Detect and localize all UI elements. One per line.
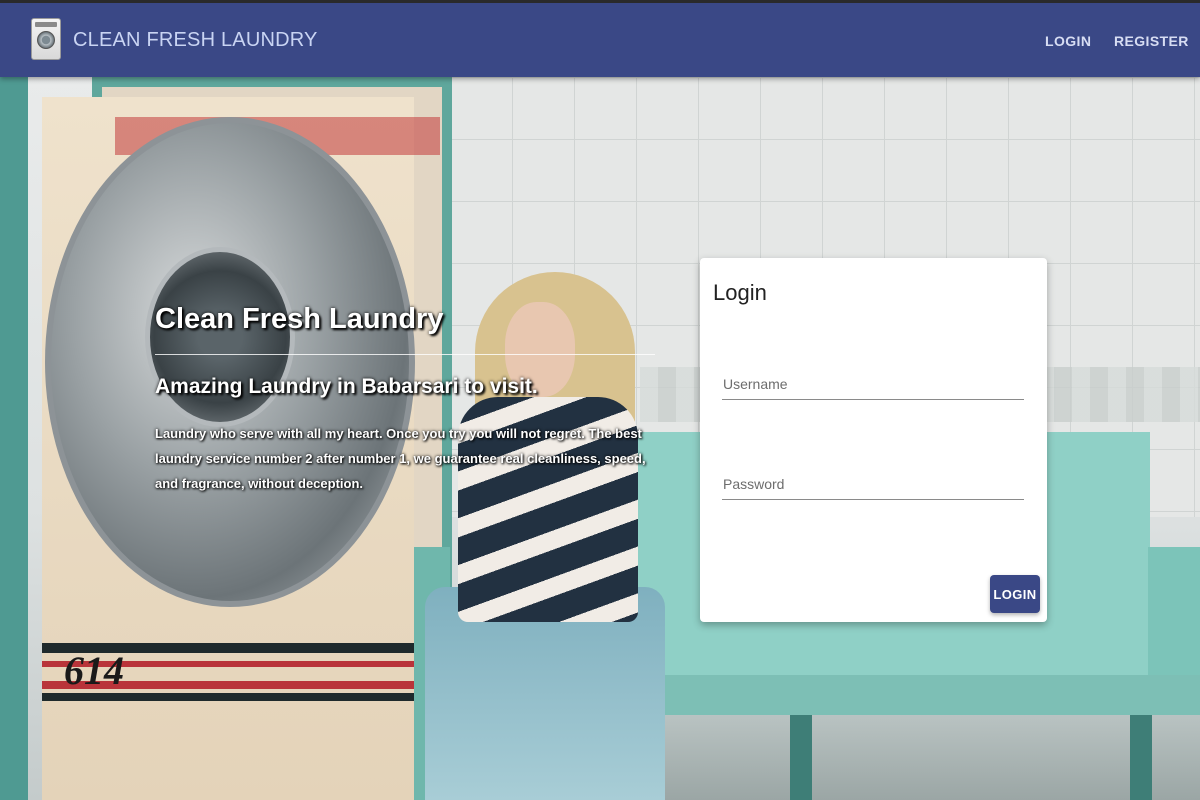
brand-title[interactable]: CLEAN FRESH LAUNDRY <box>73 29 318 52</box>
bench-leg <box>1130 715 1152 800</box>
teal-wall-edge <box>0 77 28 800</box>
password-field <box>722 468 1024 500</box>
username-input[interactable] <box>722 368 1024 400</box>
hero-title: Clean Fresh Laundry <box>155 303 444 335</box>
app-bar: CLEAN FRESH LAUNDRY LOGIN REGISTER <box>0 0 1200 77</box>
hero-divider <box>155 354 655 355</box>
washing-machine-icon[interactable] <box>31 18 61 60</box>
drum-window <box>145 247 295 427</box>
login-card-title: Login <box>713 280 767 305</box>
password-input[interactable] <box>722 468 1024 500</box>
hero-subtitle: Amazing Laundry in Babarsari to visit. <box>155 375 538 398</box>
machine-number: 614 <box>64 648 124 693</box>
bench-leg <box>790 715 812 800</box>
nav-register-link[interactable]: REGISTER <box>1114 33 1189 49</box>
hero-description: Laundry who serve with all my heart. Onc… <box>155 426 646 491</box>
logo-door <box>37 31 55 49</box>
login-card: Login LOGIN <box>700 258 1047 622</box>
machine-stripe <box>42 693 414 701</box>
nav-login-link[interactable]: LOGIN <box>1045 33 1091 49</box>
login-submit-button[interactable]: LOGIN <box>990 575 1040 613</box>
username-field <box>722 368 1024 400</box>
logo-control-panel <box>35 22 57 27</box>
